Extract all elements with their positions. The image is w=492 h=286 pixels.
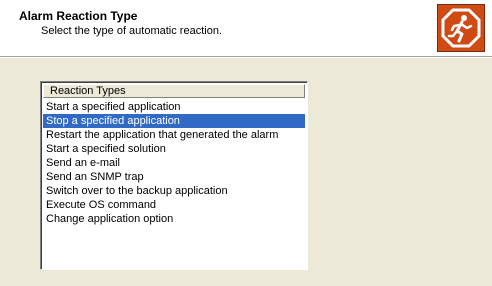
- reaction-types-listbox[interactable]: Reaction Types Start a specified applica…: [40, 81, 308, 270]
- header-divider: [0, 57, 492, 58]
- list-item[interactable]: Start a specified solution: [43, 142, 305, 156]
- list-item[interactable]: Send an SNMP trap: [43, 170, 305, 184]
- list-item[interactable]: Execute OS command: [43, 198, 305, 212]
- wizard-header: Alarm Reaction Type Select the type of a…: [0, 0, 492, 57]
- column-header-reaction-types[interactable]: Reaction Types: [43, 84, 305, 98]
- stop-running-man-icon: [437, 4, 485, 52]
- list-item[interactable]: Change application option: [43, 212, 305, 226]
- page-subtitle: Select the type of automatic reaction.: [41, 25, 222, 37]
- list-item[interactable]: Switch over to the backup application: [43, 184, 305, 198]
- reaction-types-list: Start a specified application Stop a spec…: [43, 100, 305, 226]
- page-title: Alarm Reaction Type: [19, 9, 138, 23]
- list-item[interactable]: Restart the application that generated t…: [43, 128, 305, 142]
- list-item[interactable]: Start a specified application: [43, 100, 305, 114]
- list-item[interactable]: Send an e-mail: [43, 156, 305, 170]
- list-item[interactable]: Stop a specified application: [43, 114, 305, 128]
